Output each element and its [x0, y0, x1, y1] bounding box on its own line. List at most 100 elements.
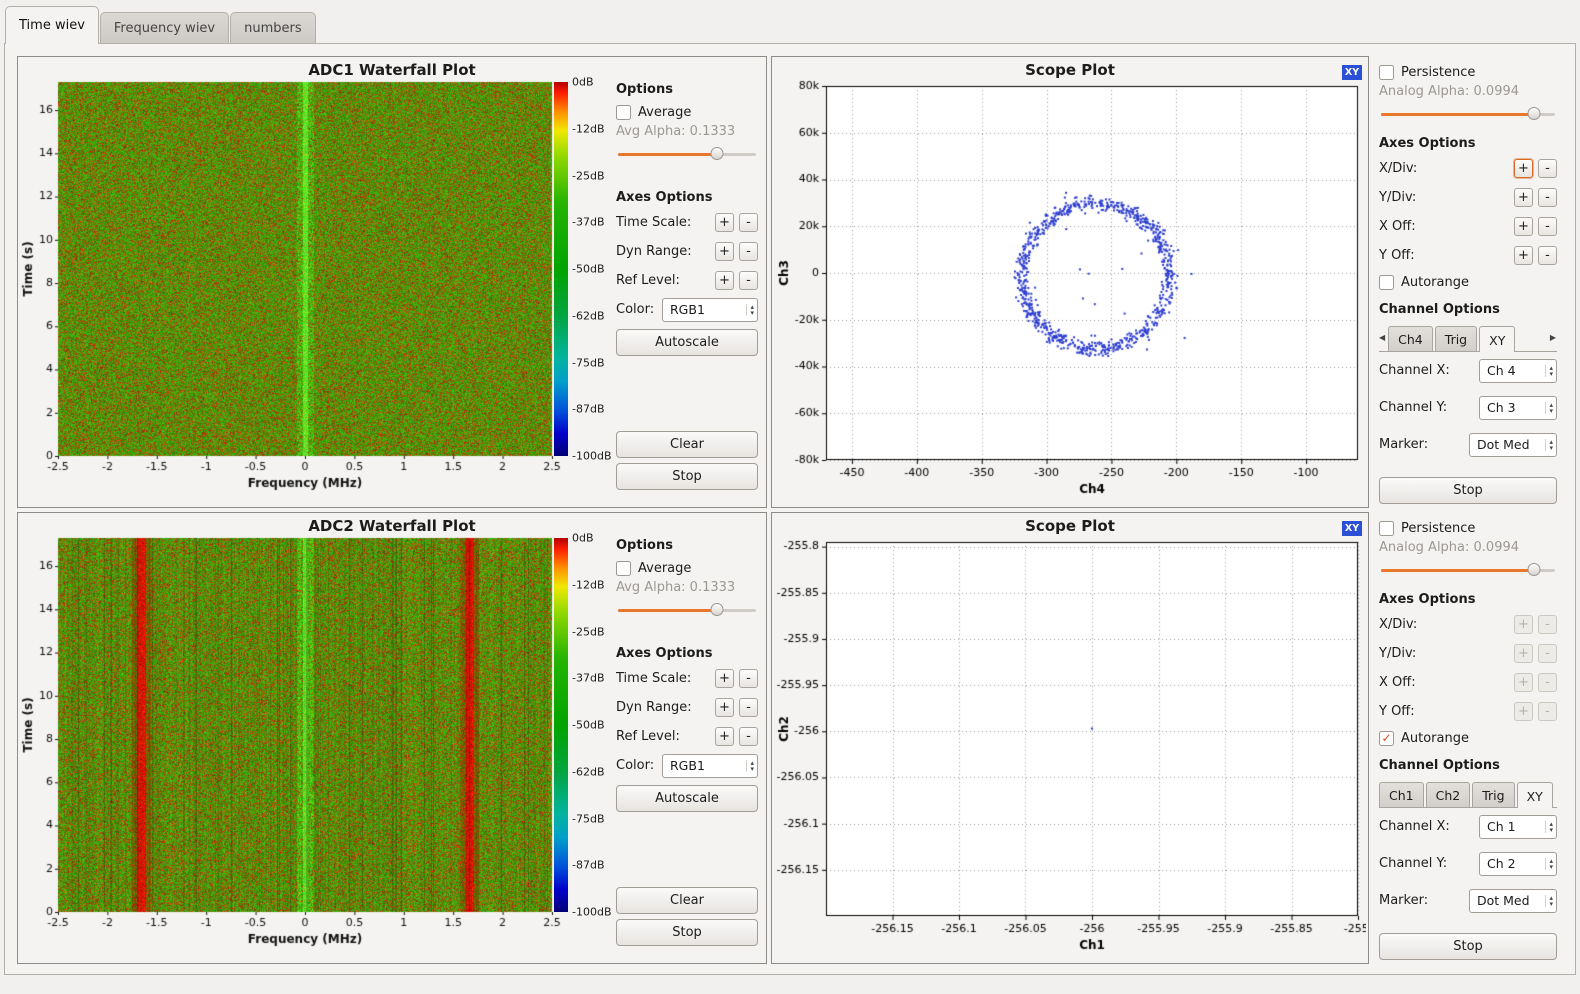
scope2-tab-ch2[interactable]: Ch2: [1426, 782, 1471, 807]
spin-down-icon[interactable]: ▾: [1549, 901, 1553, 907]
spin-down-icon[interactable]: ▾: [750, 310, 754, 316]
scope1-stop-button[interactable]: Stop: [1379, 477, 1557, 504]
tab-frequency-view[interactable]: Frequency wiev: [100, 12, 229, 43]
checkbox-icon[interactable]: [1379, 275, 1394, 290]
scope2-channel-x-combo[interactable]: Ch 1 ▴▾: [1479, 815, 1557, 839]
checkbox-icon[interactable]: [616, 105, 631, 120]
spinner-arrows-icon[interactable]: ▴▾: [1545, 365, 1553, 377]
spinner-arrows-icon[interactable]: ▴▾: [1545, 858, 1553, 870]
slider-knob[interactable]: [711, 603, 724, 616]
spinner-arrows-icon[interactable]: ▴▾: [1545, 821, 1553, 833]
adc2-dyn-range-minus-button[interactable]: -: [739, 698, 758, 717]
adc2-autoscale-button[interactable]: Autoscale: [616, 785, 758, 812]
scope1-yoff-minus-button[interactable]: -: [1538, 246, 1557, 265]
adc1-waterfall-plot[interactable]: [18, 80, 562, 498]
slider-knob[interactable]: [1528, 107, 1541, 120]
scope1-ydiv-plus-button[interactable]: +: [1514, 188, 1533, 207]
slider-knob[interactable]: [711, 147, 724, 160]
scope2-stop-button[interactable]: Stop: [1379, 933, 1557, 960]
adc2-clear-button[interactable]: Clear: [616, 887, 758, 914]
adc2-time-scale-plus-button[interactable]: +: [715, 669, 734, 688]
scope2-analog-alpha-slider[interactable]: [1381, 563, 1555, 578]
adc1-dyn-range-plus-button[interactable]: +: [715, 242, 734, 261]
scope2-channel-y-combo[interactable]: Ch 2 ▴▾: [1479, 852, 1557, 876]
scope2-persistence-checkbox[interactable]: Persistence: [1379, 516, 1557, 540]
adc2-color-combo[interactable]: RGB1 ▴ ▾: [662, 754, 758, 778]
adc2-stop-button[interactable]: Stop: [616, 919, 758, 946]
scope1-tab-ch4[interactable]: Ch4: [1388, 326, 1433, 351]
adc1-average-checkbox[interactable]: Average: [616, 100, 758, 124]
adc2-ref-level-plus-button[interactable]: +: [715, 727, 734, 746]
checkbox-icon[interactable]: [1379, 65, 1394, 80]
yoff-label: Y Off:: [1379, 248, 1509, 263]
scope2-xoff-minus-button[interactable]: -: [1538, 673, 1557, 692]
adc2-avg-alpha-slider[interactable]: [618, 603, 756, 618]
scope2-ydiv-plus-button[interactable]: +: [1514, 644, 1533, 663]
adc1-stop-button[interactable]: Stop: [616, 463, 758, 490]
scope2-xoff-plus-button[interactable]: +: [1514, 673, 1533, 692]
scope1-autorange-checkbox[interactable]: Autorange: [1379, 270, 1557, 294]
spinner-arrows-icon[interactable]: ▴ ▾: [746, 760, 754, 772]
scope1-ydiv-minus-button[interactable]: -: [1538, 188, 1557, 207]
spin-down-icon[interactable]: ▾: [750, 766, 754, 772]
adc1-autoscale-button[interactable]: Autoscale: [616, 329, 758, 356]
adc1-ref-level-minus-button[interactable]: -: [739, 271, 758, 290]
checkbox-icon[interactable]: [1379, 521, 1394, 536]
scope1-yoff-plus-button[interactable]: +: [1514, 246, 1533, 265]
scope1-xdiv-plus-button[interactable]: +: [1514, 159, 1533, 178]
adc2-waterfall-plot[interactable]: [18, 536, 562, 954]
scope2-marker-combo[interactable]: Dot Med ▴▾: [1469, 889, 1557, 913]
spinner-arrows-icon[interactable]: ▴▾: [1545, 402, 1553, 414]
scope2-tab-ch1[interactable]: Ch1: [1379, 782, 1424, 807]
spin-down-icon[interactable]: ▾: [1549, 827, 1553, 833]
checkbox-checked-icon[interactable]: ✓: [1379, 731, 1394, 746]
scope1-tab-trig[interactable]: Trig: [1435, 326, 1477, 351]
channel-tabs-scroll-left-icon[interactable]: ◀: [1379, 333, 1388, 351]
spin-down-icon[interactable]: ▾: [1549, 371, 1553, 377]
scope2-xdiv-minus-button[interactable]: -: [1538, 615, 1557, 634]
spinner-arrows-icon[interactable]: ▴▾: [1545, 439, 1553, 451]
adc2-time-scale-minus-button[interactable]: -: [739, 669, 758, 688]
scope2-tab-xy[interactable]: XY: [1517, 782, 1553, 808]
tab-numbers[interactable]: numbers: [230, 12, 316, 43]
adc1-time-scale-minus-button[interactable]: -: [739, 213, 758, 232]
scope2-xy-plot[interactable]: [772, 536, 1366, 960]
adc1-time-scale-plus-button[interactable]: +: [715, 213, 734, 232]
scope1-xy-plot[interactable]: [772, 80, 1366, 504]
adc1-clear-button[interactable]: Clear: [616, 431, 758, 458]
adc1-ref-level-plus-button[interactable]: +: [715, 271, 734, 290]
scope1-tab-xy[interactable]: XY: [1479, 326, 1515, 352]
scope2-ydiv-minus-button[interactable]: -: [1538, 644, 1557, 663]
scope1-xoff-plus-button[interactable]: +: [1514, 217, 1533, 236]
adc1-avg-alpha-slider[interactable]: [618, 147, 756, 162]
marker-row: Marker: Dot Med ▴▾: [1379, 426, 1557, 463]
checkbox-icon[interactable]: [616, 561, 631, 576]
scope1-channel-x-combo[interactable]: Ch 4 ▴▾: [1479, 359, 1557, 383]
adc1-color-combo[interactable]: RGB1 ▴ ▾: [662, 298, 758, 322]
scope1-analog-alpha-slider[interactable]: [1381, 107, 1555, 122]
scope1-xy-mode-badge: XY: [1342, 65, 1362, 80]
spinner-arrows-icon[interactable]: ▴▾: [1545, 895, 1553, 907]
scope2-autorange-checkbox[interactable]: ✓ Autorange: [1379, 726, 1557, 750]
spinner-arrows-icon[interactable]: ▴ ▾: [746, 304, 754, 316]
channel-tabs-scroll-right-icon[interactable]: ▶: [1550, 333, 1557, 351]
scope1-channel-y-combo[interactable]: Ch 3 ▴▾: [1479, 396, 1557, 420]
adc1-dyn-range-minus-button[interactable]: -: [739, 242, 758, 261]
scope2-yoff-plus-button[interactable]: +: [1514, 702, 1533, 721]
channel-x-value: Ch 4: [1487, 363, 1541, 378]
scope2-tab-trig[interactable]: Trig: [1472, 782, 1514, 807]
spin-down-icon[interactable]: ▾: [1549, 864, 1553, 870]
scope1-xoff-minus-button[interactable]: -: [1538, 217, 1557, 236]
spin-down-icon[interactable]: ▾: [1549, 445, 1553, 451]
scope2-yoff-minus-button[interactable]: -: [1538, 702, 1557, 721]
adc2-ref-level-minus-button[interactable]: -: [739, 727, 758, 746]
scope2-xdiv-plus-button[interactable]: +: [1514, 615, 1533, 634]
adc2-dyn-range-plus-button[interactable]: +: [715, 698, 734, 717]
adc2-average-checkbox[interactable]: Average: [616, 556, 758, 580]
scope1-persistence-checkbox[interactable]: Persistence: [1379, 60, 1557, 84]
spin-down-icon[interactable]: ▾: [1549, 408, 1553, 414]
tab-time-view[interactable]: Time wiev: [5, 6, 99, 44]
scope1-xdiv-minus-button[interactable]: -: [1538, 159, 1557, 178]
scope1-marker-combo[interactable]: Dot Med ▴▾: [1469, 433, 1557, 457]
slider-knob[interactable]: [1528, 563, 1541, 576]
